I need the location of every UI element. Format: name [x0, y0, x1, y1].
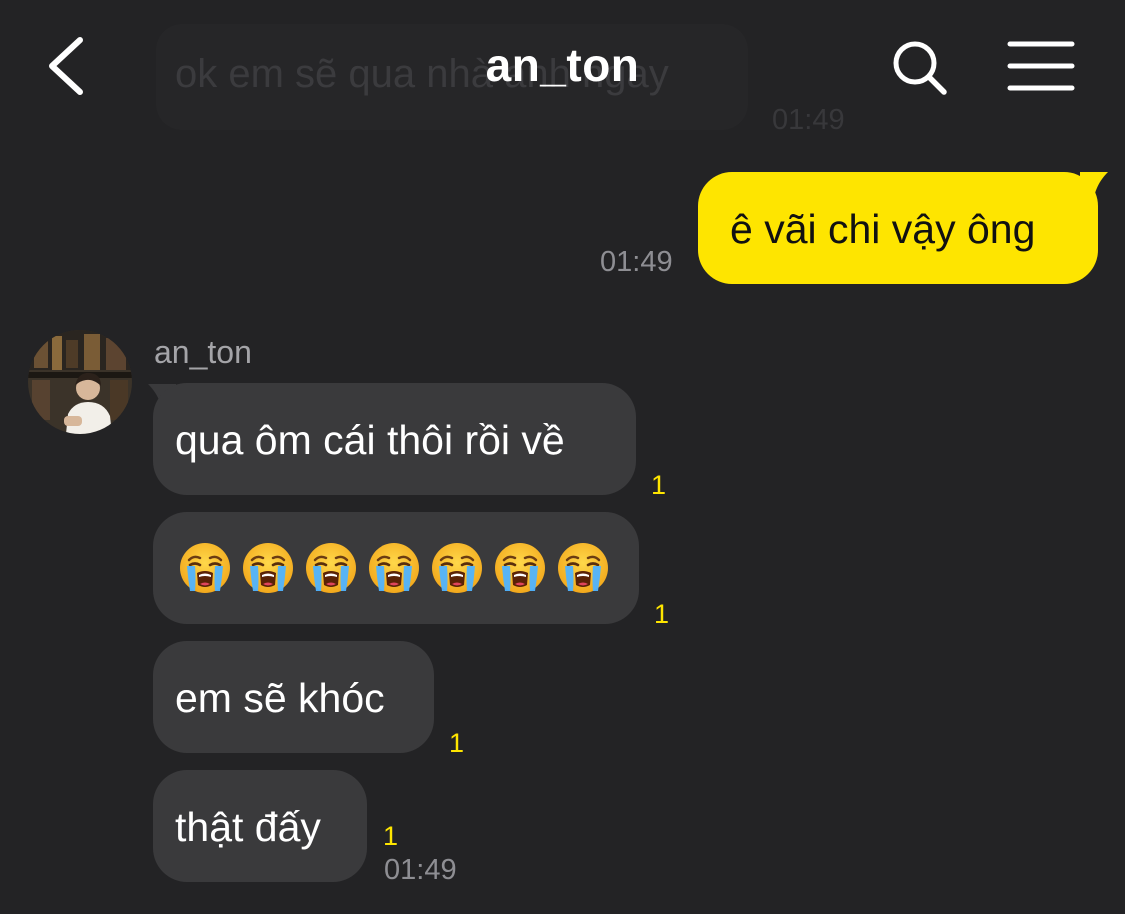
avatar[interactable]	[28, 330, 132, 434]
sent-message-time: 01:49	[600, 246, 673, 278]
chat-title: an_ton	[485, 39, 640, 91]
unread-count: 1	[651, 470, 667, 500]
search-icon	[893, 41, 947, 95]
received-message-time: 01:49	[384, 854, 457, 886]
sent-bubble-tail	[1080, 172, 1108, 208]
hamburger-menu-icon	[1007, 41, 1075, 91]
received-message-text: thật đấy	[175, 804, 321, 850]
loudly-crying-face-icon	[495, 543, 545, 593]
menu-button[interactable]	[1006, 38, 1076, 94]
loudly-crying-face-icon	[432, 543, 482, 593]
sender-name: an_ton	[154, 334, 252, 370]
loudly-crying-face-icon	[558, 543, 608, 593]
emoji-message	[178, 541, 610, 595]
avatar-photo	[28, 330, 132, 434]
received-message-text: qua ôm cái thôi rồi về	[175, 417, 565, 463]
unread-count: 1	[383, 821, 399, 851]
loudly-crying-face-icon	[180, 543, 230, 593]
ghost-message-time: 01:49	[772, 104, 845, 136]
chat-screen: ok em sẽ qua nhà anh ngay 01:49 an_ton ê…	[0, 0, 1125, 914]
loudly-crying-face-icon	[369, 543, 419, 593]
loudly-crying-face-icon	[306, 543, 356, 593]
unread-count: 1	[654, 599, 670, 629]
search-button[interactable]	[888, 36, 952, 100]
unread-count: 1	[449, 728, 465, 758]
sent-message-text: ê vãi chi vậy ông	[730, 206, 1036, 252]
received-message-text: em sẽ khóc	[175, 675, 385, 721]
loudly-crying-face-icon	[243, 543, 293, 593]
